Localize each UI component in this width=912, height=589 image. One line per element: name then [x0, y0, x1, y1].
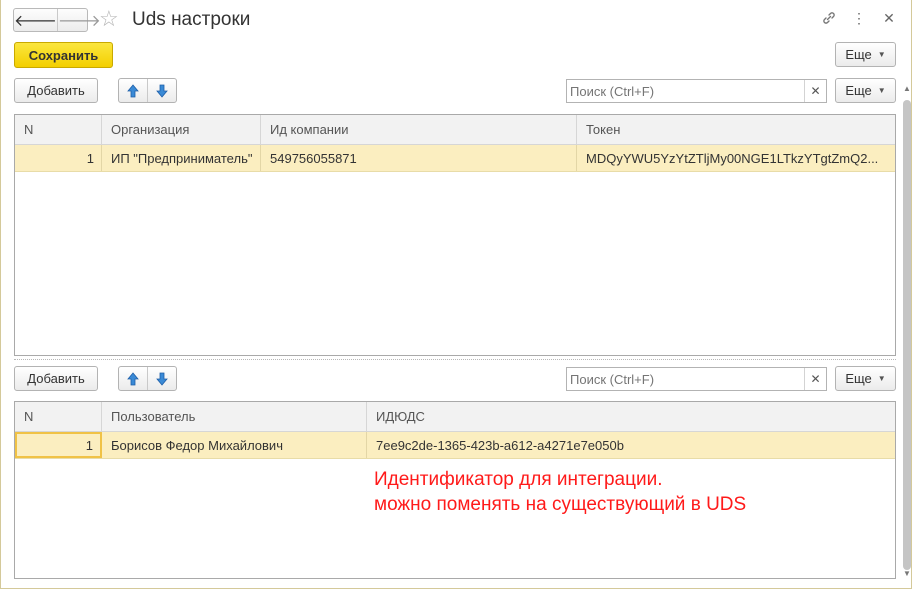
more-button[interactable]: Еще ▼ — [835, 42, 896, 67]
more-vertical-icon[interactable]: ⋮ — [851, 10, 867, 29]
search-input[interactable] — [567, 368, 804, 390]
close-icon[interactable]: ✕ — [881, 10, 897, 29]
title-bar: 🡐 🡒 ☆ Uds настроки ⋮ ✕ — [1, 0, 911, 40]
more-label: Еще — [845, 47, 872, 62]
forward-button[interactable]: 🡒 — [56, 9, 101, 31]
save-button[interactable]: Сохранить — [14, 42, 113, 68]
clear-search-icon[interactable]: ✕ — [804, 368, 826, 390]
favorite-star-icon[interactable]: ☆ — [99, 7, 119, 31]
annotation-line: можно поменять на существующий в UDS — [374, 494, 747, 515]
search-field-upper: ✕ — [566, 79, 827, 103]
table-header: N Организация Ид компании Токен — [15, 115, 895, 145]
arrow-left-icon: 🡐 — [14, 12, 57, 30]
move-buttons-lower — [118, 366, 177, 391]
arrow-down-icon — [156, 84, 168, 98]
cell-n[interactable]: 1 — [15, 432, 102, 458]
vertical-scrollbar[interactable]: ▲ ▼ — [901, 84, 912, 578]
cell-company-id[interactable]: 549756055871 — [261, 145, 577, 171]
column-header[interactable]: ИДЮДС — [367, 402, 895, 431]
column-header[interactable]: N — [15, 402, 102, 431]
more-button-lower[interactable]: Еще ▼ — [835, 366, 896, 391]
move-buttons-upper — [118, 78, 177, 103]
caret-down-icon: ▼ — [877, 86, 886, 95]
cell-uds-id[interactable]: 7ee9c2de-1365-423b-a612-a4271e7e050b — [367, 432, 895, 458]
column-header[interactable]: Токен — [577, 115, 895, 144]
table-row[interactable]: 1 Борисов Федор Михайлович 7ee9c2de-1365… — [15, 432, 895, 459]
more-button-upper[interactable]: Еще ▼ — [835, 78, 896, 103]
arrow-down-icon — [156, 372, 168, 386]
arrow-right-icon: 🡒 — [57, 12, 101, 30]
caret-down-icon: ▼ — [877, 374, 886, 383]
cell-n[interactable]: 1 — [15, 145, 102, 171]
arrow-up-icon — [127, 83, 139, 97]
link-icon[interactable] — [821, 10, 837, 29]
more-label: Еще — [845, 371, 872, 386]
nav-buttons: 🡐 🡒 — [13, 8, 101, 32]
add-organization-button[interactable]: Добавить — [14, 78, 98, 103]
column-header[interactable]: Организация — [102, 115, 261, 144]
splitter[interactable] — [14, 359, 896, 360]
annotation-text: Идентификатор для интеграции. можно поме… — [374, 467, 746, 517]
move-down-button[interactable] — [147, 79, 176, 102]
page-title: Uds настроки — [132, 9, 251, 30]
cell-organization[interactable]: ИП "Предприниматель" — [102, 145, 261, 171]
table-header: N Пользователь ИДЮДС — [15, 402, 895, 432]
annotation-line: Идентификатор для интеграции. — [374, 469, 663, 490]
search-field-lower: ✕ — [566, 367, 827, 391]
scroll-thumb[interactable] — [903, 100, 911, 570]
scroll-up-icon[interactable]: ▲ — [903, 84, 911, 93]
more-label: Еще — [845, 83, 872, 98]
column-header[interactable]: Ид компании — [261, 115, 577, 144]
caret-down-icon: ▼ — [877, 50, 886, 59]
table-row[interactable]: 1 ИП "Предприниматель" 549756055871 MDQy… — [15, 145, 895, 172]
add-user-button[interactable]: Добавить — [14, 366, 98, 391]
back-button[interactable]: 🡐 — [14, 9, 57, 31]
move-up-button[interactable] — [119, 367, 147, 390]
arrow-up-icon — [127, 371, 139, 385]
search-input[interactable] — [567, 80, 804, 102]
form-window: 🡐 🡒 ☆ Uds настроки ⋮ ✕ Сохранить Еще ▼ До… — [0, 0, 912, 589]
scroll-down-icon[interactable]: ▼ — [903, 569, 911, 578]
column-header[interactable]: Пользователь — [102, 402, 367, 431]
clear-search-icon[interactable]: ✕ — [804, 80, 826, 102]
organizations-table: N Организация Ид компании Токен 1 ИП "Пр… — [14, 114, 896, 356]
column-header[interactable]: N — [15, 115, 102, 144]
window-controls: ⋮ ✕ — [821, 10, 897, 29]
cell-user[interactable]: Борисов Федор Михайлович — [102, 432, 367, 458]
move-down-button[interactable] — [147, 367, 176, 390]
move-up-button[interactable] — [119, 79, 147, 102]
cell-token[interactable]: MDQyYWU5YzYtZTljMy00NGE1LTkzYTgtZmQ2... — [577, 145, 895, 171]
